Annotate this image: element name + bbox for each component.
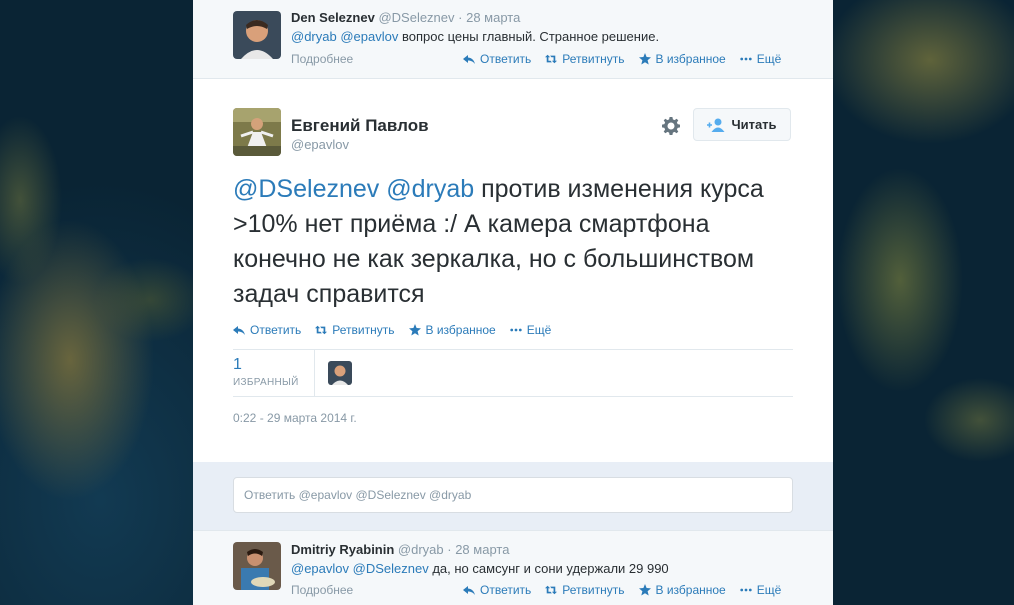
star-icon <box>638 53 651 65</box>
avatar[interactable] <box>233 542 281 590</box>
tweet-date[interactable]: · 28 марта <box>458 10 520 25</box>
gear-icon[interactable] <box>661 116 681 136</box>
tweet-actions: Ответить Ретвитнуть В избранное Ещё <box>233 323 551 337</box>
more-button[interactable]: Ещё <box>740 52 781 66</box>
star-icon <box>408 324 421 336</box>
retweet-button[interactable]: Ретвитнуть <box>315 323 395 337</box>
avatar[interactable] <box>233 11 281 59</box>
favorite-button[interactable]: В избранное <box>638 52 726 66</box>
retweet-icon <box>315 325 328 335</box>
follow-button[interactable]: Читать <box>693 108 791 141</box>
favorite-button[interactable]: В избранное <box>638 583 726 597</box>
favorites-label[interactable]: ИЗБРАННЫЙ <box>233 377 299 388</box>
reply-button[interactable]: Ответить <box>233 323 301 337</box>
ellipsis-icon <box>510 328 522 332</box>
reply-button[interactable]: Ответить <box>463 52 531 66</box>
tweet-dmitriy-ryabinin[interactable]: Dmitriy Ryabinin @dryab · 28 марта @epav… <box>193 531 833 605</box>
author-name[interactable]: Евгений Павлов <box>291 116 429 136</box>
retweet-button[interactable]: Ретвитнуть <box>545 52 625 66</box>
reply-icon <box>463 586 475 595</box>
author-handle[interactable]: @DSeleznev <box>378 10 454 25</box>
more-button[interactable]: Ещё <box>510 323 551 337</box>
favorites-count[interactable]: 1 <box>233 356 242 374</box>
tweet-timestamp[interactable]: 0:22 - 29 марта 2014 г. <box>233 411 357 425</box>
tweet-header: Den Seleznev @DSeleznev · 28 марта <box>291 10 520 25</box>
tweet-body: да, но самсунг и сони удержали 29 990 <box>432 561 669 576</box>
tweet-den-seleznev[interactable]: Den Seleznev @DSeleznev · 28 марта @drya… <box>193 0 833 78</box>
divider <box>193 78 833 79</box>
mention-link[interactable]: @epavlov <box>291 561 349 576</box>
tweet-column: Den Seleznev @DSeleznev · 28 марта @drya… <box>193 0 833 605</box>
favorite-button[interactable]: В избранное <box>408 323 496 337</box>
divider <box>233 349 793 350</box>
star-icon <box>638 584 651 596</box>
tweet-text: @dryab @epavlov вопрос цены главный. Стр… <box>291 29 659 44</box>
reply-icon <box>233 326 245 335</box>
author-avatar[interactable] <box>233 108 281 156</box>
divider <box>233 396 793 397</box>
retweet-icon <box>545 585 558 595</box>
reply-input[interactable]: Ответить @epavlov @DSeleznev @dryab <box>233 477 793 513</box>
add-user-icon <box>707 118 725 132</box>
follow-label: Читать <box>731 117 777 132</box>
author-handle[interactable]: @epavlov <box>291 137 349 152</box>
author-name[interactable]: Dmitriy Ryabinin <box>291 542 394 557</box>
tweet-body: вопрос цены главный. Странное решение. <box>401 29 660 44</box>
details-link[interactable]: Подробнее <box>291 583 353 597</box>
ellipsis-icon <box>740 588 752 592</box>
stats-divider <box>314 350 315 396</box>
ellipsis-icon <box>740 57 752 61</box>
mention-link[interactable]: @DSeleznev <box>353 561 429 576</box>
mention-link[interactable]: @epavlov <box>340 29 398 44</box>
reply-button[interactable]: Ответить <box>463 583 531 597</box>
tweet-actions: Ответить Ретвитнуть В избранное Ещё <box>463 52 781 66</box>
author-handle[interactable]: @dryab <box>398 542 444 557</box>
tweet-header: Dmitriy Ryabinin @dryab · 28 марта <box>291 542 509 557</box>
retweet-button[interactable]: Ретвитнуть <box>545 583 625 597</box>
author-name[interactable]: Den Seleznev <box>291 10 375 25</box>
retweet-icon <box>545 54 558 64</box>
tweet-actions: Ответить Ретвитнуть В избранное Ещё <box>463 583 781 597</box>
mention-link[interactable]: @dryab <box>386 175 474 203</box>
more-button[interactable]: Ещё <box>740 583 781 597</box>
favoriter-avatar[interactable] <box>328 361 352 385</box>
tweet-text-large: @DSeleznev @dryab против изменения курса… <box>233 172 793 312</box>
tweet-date[interactable]: · 28 марта <box>447 542 509 557</box>
tweet-text: @epavlov @DSeleznev да, но самсунг и сон… <box>291 561 669 576</box>
reply-icon <box>463 55 475 64</box>
reply-area: Ответить @epavlov @DSeleznev @dryab <box>193 462 833 530</box>
details-link[interactable]: Подробнее <box>291 52 353 66</box>
mention-link[interactable]: @DSeleznev <box>233 175 379 203</box>
mention-link[interactable]: @dryab <box>291 29 337 44</box>
